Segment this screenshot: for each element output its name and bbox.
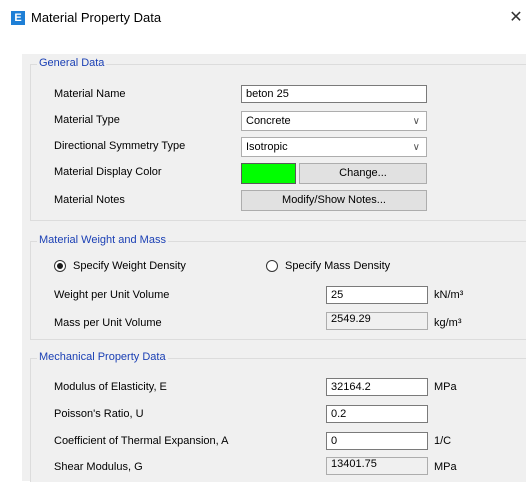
thermal-input[interactable]: 0: [326, 432, 428, 450]
thermal-unit: 1/C: [434, 435, 452, 447]
title-bar: E Material Property Data ✕: [0, 0, 526, 36]
window-title: Material Property Data: [31, 10, 162, 25]
close-icon[interactable]: ✕: [506, 7, 526, 29]
weight-mass-group: Material Weight and Mass Specify Weight …: [30, 234, 526, 340]
shear-modulus-unit: MPa: [434, 461, 457, 473]
change-color-button[interactable]: Change...: [299, 163, 427, 184]
chevron-down-icon: ∨: [412, 116, 420, 127]
mass-per-volume-label: Mass per Unit Volume: [54, 317, 162, 329]
specify-mass-radio[interactable]: [266, 260, 278, 272]
display-color-swatch: [241, 163, 296, 184]
weight-per-volume-input[interactable]: 25: [326, 286, 428, 304]
symmetry-type-select[interactable]: Isotropic ∨: [241, 137, 427, 157]
poisson-input[interactable]: 0.2: [326, 405, 428, 423]
mass-unit: kg/m³: [434, 317, 462, 329]
material-type-label: Material Type: [54, 114, 120, 126]
material-type-select[interactable]: Concrete ∨: [241, 111, 427, 131]
mass-per-volume-value: 2549.29: [326, 312, 428, 330]
modulus-input[interactable]: 32164.2: [326, 378, 428, 396]
specify-weight-label[interactable]: Specify Weight Density: [73, 260, 186, 272]
modulus-label: Modulus of Elasticity, E: [54, 381, 167, 393]
material-notes-label: Material Notes: [54, 194, 125, 206]
thermal-label: Coefficient of Thermal Expansion, A: [54, 435, 229, 447]
material-name-input[interactable]: beton 25: [241, 85, 427, 103]
display-color-label: Material Display Color: [54, 166, 162, 178]
weight-per-volume-label: Weight per Unit Volume: [54, 289, 170, 301]
dialog-content: General Data Material Name beton 25 Mate…: [22, 54, 526, 482]
poisson-label: Poisson's Ratio, U: [54, 408, 144, 420]
symmetry-type-value: Isotropic: [246, 141, 288, 153]
modulus-unit: MPa: [434, 381, 457, 393]
weight-mass-legend: Material Weight and Mass: [37, 234, 168, 246]
material-name-label: Material Name: [54, 88, 126, 100]
specify-mass-label[interactable]: Specify Mass Density: [285, 260, 390, 272]
mechanical-group: Mechanical Property Data Modulus of Elas…: [30, 351, 526, 482]
weight-unit: kN/m³: [434, 289, 464, 301]
general-data-legend: General Data: [37, 57, 107, 69]
material-type-value: Concrete: [246, 115, 291, 127]
modify-notes-button[interactable]: Modify/Show Notes...: [241, 190, 427, 211]
chevron-down-icon: ∨: [412, 142, 420, 153]
shear-modulus-label: Shear Modulus, G: [54, 461, 143, 473]
shear-modulus-value: 13401.75: [326, 457, 428, 475]
radio-selected-dot: [57, 263, 63, 269]
app-icon: E: [11, 11, 25, 25]
mechanical-legend: Mechanical Property Data: [37, 351, 168, 363]
specify-weight-radio[interactable]: [54, 260, 66, 272]
symmetry-type-label: Directional Symmetry Type: [54, 140, 186, 152]
general-data-group: General Data Material Name beton 25 Mate…: [30, 57, 526, 221]
